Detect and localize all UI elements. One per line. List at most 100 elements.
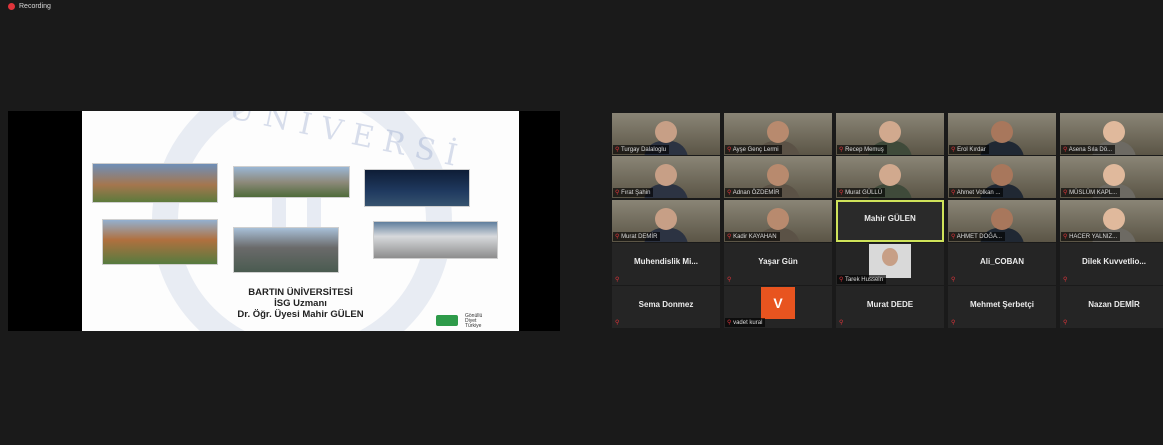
participant-name: Ali_COBAN	[979, 257, 1024, 266]
participant-video	[879, 121, 901, 143]
participant-video	[991, 121, 1013, 143]
participant-name: Murat DEMİR	[621, 234, 658, 240]
participant-name: Nazan DEMİR	[1088, 300, 1140, 309]
participant-name: MÜSLÜM KAPL...	[1069, 190, 1118, 196]
participant-video	[767, 164, 789, 186]
participant-name: Sema Donmez	[638, 300, 694, 309]
participant-name: Erol Kırdar	[957, 147, 986, 153]
participant-tile[interactable]: ⚲ Ahmet Volkan ...	[948, 156, 1056, 198]
participant-name: Mahir GÜLEN	[864, 214, 916, 223]
participant-tile[interactable]: ⚲ HACER YALNIZ...	[1060, 200, 1163, 242]
participant-label: ⚲ Ayşe Genç Lermi	[725, 145, 782, 154]
participant-tile[interactable]: ⚲ Fırat Şahin	[612, 156, 720, 198]
participant-video	[1103, 121, 1125, 143]
muted-mic-icon: ⚲	[951, 320, 956, 326]
participant-tile[interactable]: ⚲ Kadir KAYAHAN	[724, 200, 832, 242]
muted-mic-icon: ⚲	[615, 320, 620, 326]
campus-photo-2	[233, 166, 350, 198]
participant-video	[655, 208, 677, 230]
participant-tile[interactable]: Yaşar Gün ⚲	[724, 243, 832, 285]
participant-tile[interactable]: Ali_COBAN ⚲	[948, 243, 1056, 285]
record-icon	[8, 3, 15, 10]
profile-photo-face	[882, 248, 898, 266]
participant-video	[879, 164, 901, 186]
participant-video	[991, 164, 1013, 186]
participant-label: ⚲ Murat DEMİR	[613, 232, 661, 241]
participant-label: ⚲ MÜSLÜM KAPL...	[1061, 188, 1121, 197]
participant-label: ⚲ Turgay Dalaloglu	[613, 145, 670, 154]
participant-name: Muhendislik Mi...	[633, 257, 698, 266]
participant-name: Mehmet Şerbetçi	[969, 300, 1035, 309]
participant-name: Kadir KAYAHAN	[733, 234, 777, 240]
participant-name: Recep Memuş	[845, 147, 884, 153]
participant-name: Murat GÜLLÜ	[845, 190, 883, 196]
participant-tile[interactable]: ⚲ MÜSLÜM KAPL...	[1060, 156, 1163, 198]
participant-tile[interactable]: ⚲ Erol Kırdar	[948, 113, 1056, 155]
participant-name: Fırat Şahin	[621, 190, 651, 196]
participant-name: Asena Sıla Dö...	[1068, 147, 1113, 153]
participant-label: ⚲ Tarek Hussein	[837, 275, 886, 284]
participant-name: Tarek Hussein	[844, 277, 883, 283]
participant-label: ⚲ Murat GÜLLÜ	[837, 188, 886, 197]
muted-mic-icon: ⚲	[1063, 320, 1068, 326]
participant-tile[interactable]: ⚲ Ayşe Genç Lermi	[724, 113, 832, 155]
muted-mic-icon: ⚲	[615, 277, 620, 283]
participant-tile[interactable]: ⚲ Murat DEMİR	[612, 200, 720, 242]
participant-tile[interactable]: Muhendislik Mi... ⚲	[612, 243, 720, 285]
participant-tile[interactable]: Mehmet Şerbetçi ⚲	[948, 286, 1056, 328]
participant-tile[interactable]: ⚲ Asena Sıla Dö...	[1060, 113, 1163, 155]
muted-mic-icon: ⚲	[839, 320, 844, 326]
participant-label: ⚲ HACER YALNIZ...	[1061, 232, 1121, 241]
participant-video	[655, 121, 677, 143]
campus-photo-6	[373, 221, 498, 259]
campus-photo-3	[364, 169, 470, 207]
participant-name: Dilek Kuvvetlio...	[1081, 257, 1147, 266]
recording-label: Recording	[19, 3, 51, 10]
recording-indicator: Recording	[8, 3, 51, 10]
participant-tile[interactable]: V ⚲ vadet kural	[724, 286, 832, 328]
campus-photo-1	[92, 163, 218, 203]
participant-video	[767, 208, 789, 230]
participant-name: Turgay Dalaloglu	[620, 147, 667, 153]
participant-video	[1103, 164, 1125, 186]
participant-tile[interactable]: Murat DEDE ⚲	[836, 286, 944, 328]
participant-video	[1103, 208, 1125, 230]
participant-tile[interactable]: Dilek Kuvvetlio... ⚲	[1060, 243, 1163, 285]
campus-photo-4	[102, 219, 218, 265]
muted-mic-icon: ⚲	[727, 277, 732, 283]
participant-label: ⚲ Adnan ÖZDEMİR	[725, 188, 783, 197]
participant-label: ⚲ Erol Kırdar	[949, 145, 989, 154]
participant-label: ⚲ vadet kural	[725, 318, 766, 327]
muted-mic-icon: ⚲	[1063, 277, 1068, 283]
diet-logo: Gönüllü Diyet Türkiye	[465, 313, 483, 329]
profile-photo	[869, 244, 911, 278]
participant-name: Ayşe Genç Lermi	[732, 147, 779, 153]
participant-tile[interactable]: Nazan DEMİR ⚲	[1060, 286, 1163, 328]
participant-tile[interactable]: ⚲ Murat GÜLLÜ	[836, 156, 944, 198]
participant-tile[interactable]: ⚲ Turgay Dalaloglu	[612, 113, 720, 155]
participant-tile[interactable]: ⚲ Recep Memuş	[836, 113, 944, 155]
presentation-slide: ÜNİVERSİ BARTIN ÜNİVERSİTESİ İSG Uzmanı …	[82, 111, 519, 331]
participant-tile[interactable]: Sema Donmez ⚲	[612, 286, 720, 328]
participant-tile[interactable]: Mahir GÜLEN	[836, 200, 944, 242]
sponsor-logo	[436, 315, 458, 326]
participant-name: Yaşar Gün	[758, 257, 798, 266]
participant-label: ⚲ Kadir KAYAHAN	[725, 232, 780, 241]
shared-screen[interactable]: ÜNİVERSİ BARTIN ÜNİVERSİTESİ İSG Uzmanı …	[8, 111, 560, 331]
slide-line-university: BARTIN ÜNİVERSİTESİ	[248, 287, 353, 298]
participant-tile[interactable]: ⚲ Tarek Hussein	[836, 243, 944, 285]
participant-label: ⚲ AHMET DOĞA...	[949, 232, 1005, 241]
participant-tile[interactable]: ⚲ AHMET DOĞA...	[948, 200, 1056, 242]
avatar: V	[761, 287, 795, 319]
participant-tile[interactable]: ⚲ Adnan ÖZDEMİR	[724, 156, 832, 198]
participant-video	[767, 121, 789, 143]
participant-name: Ahmet Volkan ...	[956, 190, 1001, 196]
muted-mic-icon: ⚲	[951, 277, 956, 283]
participant-name: HACER YALNIZ...	[1069, 234, 1118, 240]
participant-label: ⚲ Fırat Şahin	[613, 188, 654, 197]
participant-name: vadet kural	[733, 320, 763, 326]
participant-name: Adnan ÖZDEMİR	[732, 190, 780, 196]
participant-name: AHMET DOĞA...	[956, 234, 1002, 240]
slide-line-role: İSG Uzmanı	[274, 298, 327, 309]
participant-video	[655, 164, 677, 186]
